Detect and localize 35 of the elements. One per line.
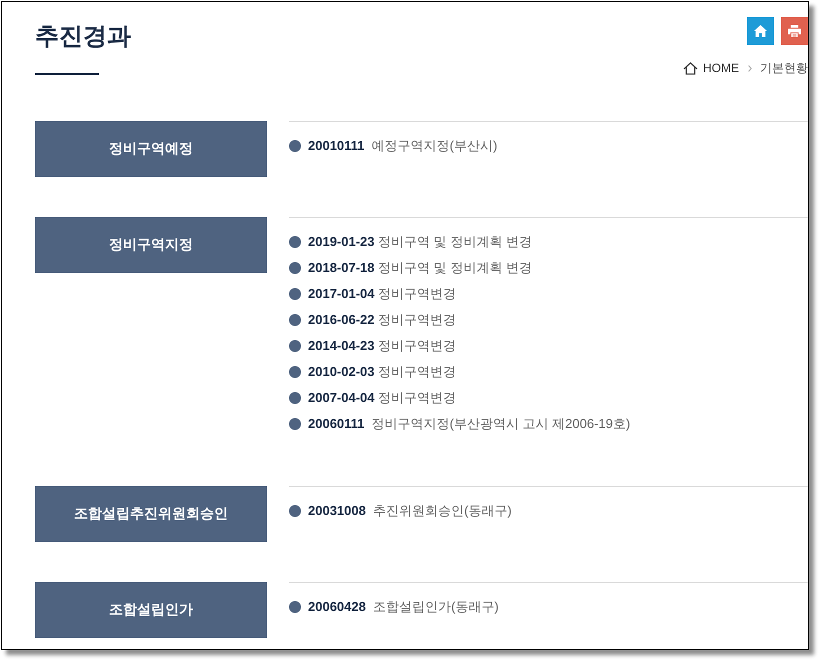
bullet-icon: [289, 366, 301, 378]
bullet-icon: [289, 392, 301, 404]
timeline-entry: 2018-07-18 정비구역 및 정비계획 변경: [308, 259, 532, 277]
bullet-icon: [289, 340, 301, 352]
timeline-entry: 2017-01-04 정비구역변경: [308, 285, 456, 303]
bullet-icon: [289, 288, 301, 300]
print-button[interactable]: [781, 17, 808, 45]
breadcrumb-link[interactable]: 기본현황: [760, 60, 808, 76]
home-icon: [754, 25, 767, 37]
timeline-entry: 20060111 정비구역지정(부산광역시 고시 제2006-19호): [308, 415, 630, 433]
timeline-entry: 20031008 추진위원회승인(동래구): [308, 502, 512, 520]
section-label: 조합설립인가: [35, 582, 267, 638]
timeline-entry: 2014-04-23 정비구역변경: [308, 337, 456, 355]
timeline-entry: 20060428 조합설립인가(동래구): [308, 598, 499, 616]
bullet-icon: [289, 236, 301, 248]
chevron-icon: [748, 64, 752, 72]
timeline-entry: 2019-01-23 정비구역 및 정비계획 변경: [308, 233, 532, 251]
bullet-icon: [289, 505, 301, 517]
home-button[interactable]: [747, 17, 774, 45]
bullet-icon: [289, 418, 301, 430]
timeline-entry: 2010-02-03 정비구역변경: [308, 363, 456, 381]
page-title: 추진경과: [35, 22, 131, 52]
timeline-entry: 2016-06-22 정비구역변경: [308, 311, 456, 329]
bullet-icon: [289, 262, 301, 274]
bullet-icon: [289, 314, 301, 326]
home-icon: [683, 62, 698, 74]
timeline-entry: 20010111 예정구역지정(부산시): [308, 137, 498, 155]
section-label: 정비구역예정: [35, 121, 267, 177]
section-label: 정비구역지정: [35, 217, 267, 273]
bullet-icon: [289, 140, 301, 152]
bullet-icon: [289, 601, 301, 613]
breadcrumb-link[interactable]: HOME: [703, 60, 739, 76]
timeline-entry: 2007-04-04 정비구역변경: [308, 389, 456, 407]
printer-icon: [788, 25, 801, 37]
section-label: 조합설립추진위원회승인: [35, 486, 267, 542]
